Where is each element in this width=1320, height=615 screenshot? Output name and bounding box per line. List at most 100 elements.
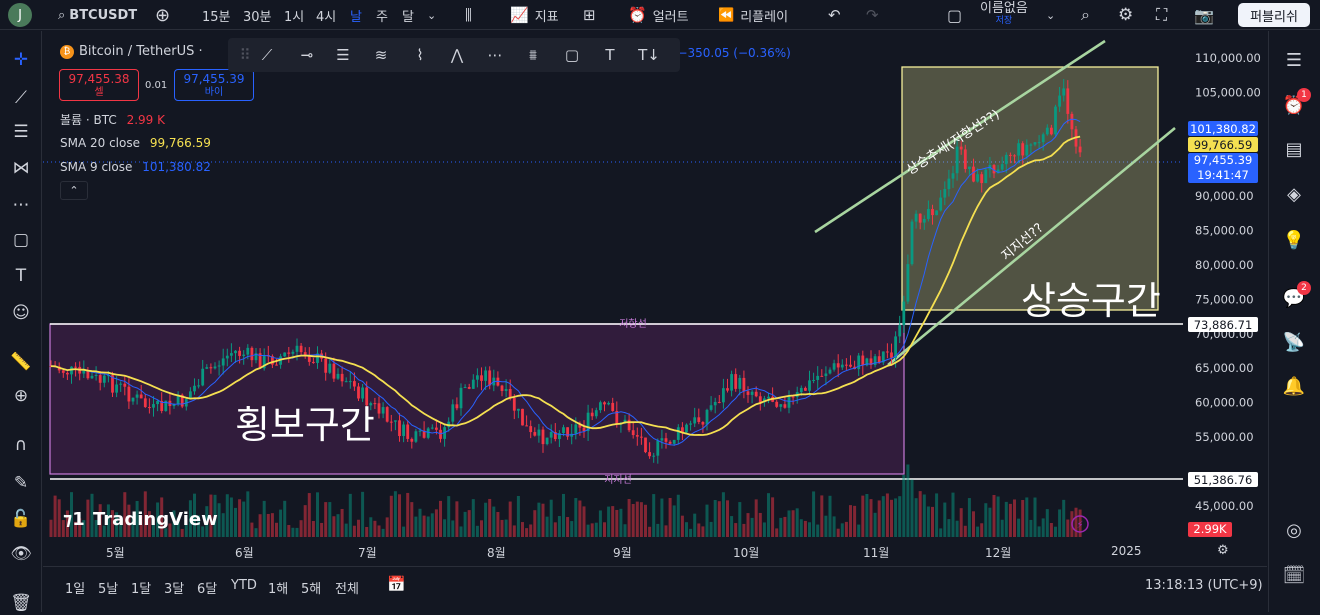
- publish-button[interactable]: 퍼블리쉬: [1238, 3, 1310, 27]
- horizontal-ray-icon[interactable]: ⊸: [296, 45, 318, 65]
- volume-bar: [775, 528, 779, 537]
- trend-line-icon[interactable]: ⟋: [9, 86, 33, 110]
- volume-bar: [434, 509, 438, 537]
- gear-icon[interactable]: ⚙: [1118, 0, 1133, 30]
- watchlist-icon[interactable]: ☰: [1281, 47, 1307, 73]
- volume-bar: [943, 502, 947, 537]
- layout-square-icon[interactable]: ▢: [947, 0, 962, 30]
- range-all[interactable]: 전체: [335, 578, 359, 597]
- pattern-icon[interactable]: ⋈: [9, 156, 33, 180]
- zoom-in-icon[interactable]: ⊕: [9, 384, 33, 408]
- chat-icon[interactable]: 💬 2: [1281, 281, 1311, 311]
- elliott-wave-icon[interactable]: ⌇: [409, 45, 431, 65]
- smiley-icon[interactable]: ☺: [9, 301, 33, 325]
- broadcast-icon[interactable]: 📡: [1281, 329, 1307, 355]
- candle-body: [635, 435, 639, 437]
- drag-handle-icon[interactable]: ⠿: [234, 45, 256, 65]
- chevron-down-icon[interactable]: ⌄: [427, 0, 436, 30]
- sell-button[interactable]: 97,455.38 셀: [59, 69, 139, 101]
- text-anchor-icon[interactable]: T↓: [638, 45, 660, 65]
- collapse-legend-icon[interactable]: ⌃: [60, 181, 88, 200]
- candle-type-icon[interactable]: ⫼: [465, 0, 472, 30]
- camera-icon[interactable]: 📷: [1194, 0, 1214, 30]
- interval-1h[interactable]: 1시: [284, 0, 304, 30]
- interval-day[interactable]: 날: [350, 0, 362, 30]
- sma20-label[interactable]: SMA 20 close: [60, 136, 140, 150]
- buy-button[interactable]: 97,455.39 바이: [174, 69, 254, 101]
- range-6m[interactable]: 6달: [197, 578, 217, 597]
- symbol-search[interactable]: ⌕ BTCUSDT: [58, 0, 137, 30]
- tradingview-watermark: ⁊1 TradingView: [63, 509, 218, 530]
- volume-bar: [57, 499, 61, 537]
- rectangle-icon[interactable]: ▢: [9, 228, 33, 252]
- volume-bar: [295, 527, 299, 537]
- magnet-icon[interactable]: ∩: [9, 433, 33, 457]
- range-5y[interactable]: 5해: [301, 578, 321, 597]
- notification-bell-icon[interactable]: 🔔: [1281, 373, 1307, 399]
- fullscreen-icon[interactable]: ⛶: [1156, 0, 1167, 30]
- volume-label[interactable]: 볼륨 · BTC: [60, 113, 117, 127]
- crosshair-icon[interactable]: ✛: [9, 48, 33, 72]
- fib-range-icon[interactable]: ⋯: [484, 45, 506, 65]
- ruler-icon[interactable]: 📏: [9, 350, 33, 374]
- interval-month[interactable]: 달: [402, 0, 414, 30]
- quick-search-icon[interactable]: ⌕: [1081, 0, 1090, 30]
- date-range-icon[interactable]: ⩩: [522, 45, 544, 65]
- go-to-date-icon[interactable]: 📅: [387, 575, 406, 593]
- eye-icon[interactable]: 👁: [9, 542, 33, 566]
- measure-range-icon[interactable]: ⋯: [9, 193, 33, 217]
- volume-bar: [849, 505, 852, 537]
- undo-icon[interactable]: ↶: [828, 0, 841, 30]
- layout-name-button[interactable]: 이름없음 저장: [980, 0, 1028, 30]
- indicators-button[interactable]: 📈 지표: [510, 0, 559, 30]
- text-icon[interactable]: T: [9, 264, 33, 288]
- symbol-title[interactable]: Bitcoin / TetherUS ·: [79, 44, 203, 59]
- abcd-pattern-icon[interactable]: ⋀: [446, 45, 468, 65]
- range-1m[interactable]: 1달: [131, 578, 151, 597]
- lock-drawing-icon[interactable]: ✎: [9, 471, 33, 495]
- volume-bar: [365, 527, 369, 537]
- time-axis[interactable]: 5월 6월 7월 8월 9월 10월 11월 12월 2025: [43, 541, 1183, 563]
- range-1d[interactable]: 1일: [65, 578, 85, 597]
- volume-bar: [705, 504, 709, 537]
- compass-icon[interactable]: ◎: [1281, 517, 1307, 543]
- clock-timezone[interactable]: 13:18:13 (UTC+9): [1145, 578, 1263, 593]
- price-axis[interactable]: 110,000.00105,000.0095,000.0090,000.0085…: [1183, 31, 1267, 541]
- interval-week[interactable]: 주: [376, 0, 388, 30]
- layers-icon[interactable]: ◈: [1281, 181, 1307, 207]
- calendar-icon[interactable]: 🗓: [1281, 562, 1307, 588]
- interval-15m[interactable]: 15분: [202, 0, 231, 30]
- trash-icon[interactable]: 🗑: [9, 591, 33, 615]
- trend-line-icon[interactable]: ⟋: [256, 45, 278, 65]
- interval-30m[interactable]: 30분: [243, 0, 272, 30]
- interval-4h[interactable]: 4시: [316, 0, 336, 30]
- range-5d[interactable]: 5날: [98, 578, 118, 597]
- lock-icon[interactable]: 🔓: [9, 507, 33, 531]
- horizontal-lines-icon[interactable]: ☰: [9, 120, 33, 144]
- alarm-clock-icon[interactable]: ⏰ 1: [1281, 88, 1311, 118]
- axis-settings-icon[interactable]: ⚙: [1217, 543, 1229, 558]
- rectangle-icon[interactable]: ▢: [561, 45, 583, 65]
- chart-pane[interactable]: 저항선 지지선 횡보구간 상승구간 상승추세(저항선??) 지지선?? ⁊1 T…: [43, 31, 1183, 541]
- chevron-down-icon[interactable]: ⌄: [1046, 0, 1055, 30]
- regression-icon[interactable]: ≋: [370, 45, 392, 65]
- lightbulb-icon[interactable]: 💡: [1281, 227, 1307, 253]
- parallel-channel-icon[interactable]: ☰: [332, 45, 354, 65]
- range-1y[interactable]: 1해: [268, 578, 288, 597]
- volume-bar: [393, 491, 397, 537]
- data-window-icon[interactable]: ▤: [1281, 136, 1307, 162]
- candle-body: [533, 432, 537, 436]
- range-ytd[interactable]: YTD: [231, 578, 257, 593]
- range-3m[interactable]: 3달: [164, 578, 184, 597]
- redo-icon[interactable]: ↷: [866, 0, 879, 30]
- candle-body: [471, 379, 475, 389]
- user-avatar[interactable]: J: [8, 3, 32, 27]
- compare-add-icon[interactable]: ⊕: [155, 0, 170, 30]
- replay-button[interactable]: ⏪ 리플레이: [718, 0, 788, 30]
- sma9-label[interactable]: SMA 9 close: [60, 160, 132, 174]
- candle-body: [705, 409, 709, 425]
- alert-button[interactable]: ⏰ 얼러트: [628, 0, 689, 30]
- volume-bar: [447, 496, 451, 537]
- layouts-grid-icon[interactable]: ⊞: [583, 0, 596, 30]
- text-icon[interactable]: T: [599, 45, 621, 65]
